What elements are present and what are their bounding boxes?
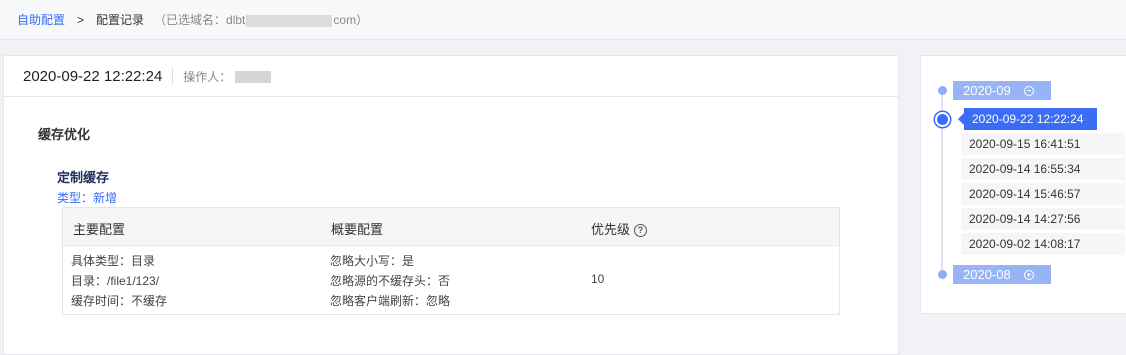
operator-label: 操作人： (183, 69, 232, 84)
header-main-config: 主要配置 (73, 222, 126, 237)
timeline-month-dot (938, 86, 947, 95)
record-header: 2020-09-22 12:22:24 操作人： (4, 56, 898, 97)
operator: 操作人： (183, 68, 272, 85)
change-type: 类型：新增 (57, 191, 118, 205)
record-time: 2020-09-22 12:22:24 (23, 67, 163, 85)
header-priority-label: 优先级 (591, 222, 631, 237)
header-priority: 优先级? (591, 219, 648, 238)
priority-value: 10 (591, 272, 605, 286)
breadcrumb: 自助配置 > 配置记录 （已选域名：dlbt com） (0, 0, 1126, 40)
month-label: 2020-09 (963, 83, 1011, 98)
domain-redaction-mask (246, 14, 333, 27)
header-summary-config: 概要配置 (331, 222, 384, 237)
month-label: 2020-08 (963, 267, 1011, 282)
breadcrumb-current: 配置记录 (96, 13, 145, 27)
timeline-item-active[interactable]: 2020-09-22 12:22:24 (958, 108, 1097, 130)
timeline-active-dot (935, 112, 950, 127)
sub-title: 定制缓存 (57, 170, 110, 185)
summary-config-line: 忽略源的不缓存头：否 (330, 274, 451, 288)
timeline-item[interactable]: 2020-09-14 16:55:34 (961, 158, 1125, 180)
main-config-line: 目录：/file1/123/ (71, 274, 160, 288)
timeline-item[interactable]: 2020-09-14 15:46:57 (961, 183, 1125, 205)
collapse-icon[interactable] (1023, 85, 1034, 96)
summary-config-line: 忽略客户端刷新：忽略 (330, 294, 451, 308)
breadcrumb-separator: > (77, 12, 85, 27)
config-table-header: 主要配置 概要配置 优先级? (63, 208, 839, 246)
main-config-line: 具体类型：目录 (71, 254, 156, 268)
breadcrumb-home-link[interactable]: 自助配置 (17, 11, 65, 28)
config-table: 主要配置 概要配置 优先级? 具体类型：目录 目录：/file1/123/ 缓存… (62, 207, 840, 315)
help-icon[interactable]: ? (634, 224, 648, 237)
main-config-line: 缓存时间：不缓存 (71, 294, 168, 308)
timeline-item[interactable]: 2020-09-14 14:27:56 (961, 208, 1125, 230)
selected-domain-suffix: com） (333, 13, 369, 27)
timeline-month-2020-08[interactable]: 2020-08 (953, 265, 1051, 284)
config-record-card: 2020-09-22 12:22:24 操作人： 缓存优化 定制缓存 类型：新增… (3, 55, 899, 355)
timeline-item[interactable]: 2020-09-15 16:41:51 (961, 133, 1125, 155)
config-table-row: 具体类型：目录 目录：/file1/123/ 缓存时间：不缓存 忽略大小写：是 … (63, 246, 839, 316)
timeline-month-dot (938, 270, 947, 279)
timeline-month-2020-09[interactable]: 2020-09 (953, 81, 1051, 100)
header-divider (172, 68, 174, 84)
history-timeline: 2020-09 2020-09-22 12:22:24 2020-09-15 1… (920, 55, 1126, 314)
summary-config-line: 忽略大小写：是 (330, 254, 415, 268)
expand-icon[interactable] (1023, 269, 1034, 280)
selected-domain: （已选域名：dlbt com） (154, 11, 368, 28)
timeline-item[interactable]: 2020-09-02 14:08:17 (961, 233, 1125, 255)
section-title: 缓存优化 (38, 127, 91, 142)
operator-redaction-mask (235, 71, 272, 84)
selected-domain-prefix: （已选域名：dlbt (154, 13, 246, 27)
